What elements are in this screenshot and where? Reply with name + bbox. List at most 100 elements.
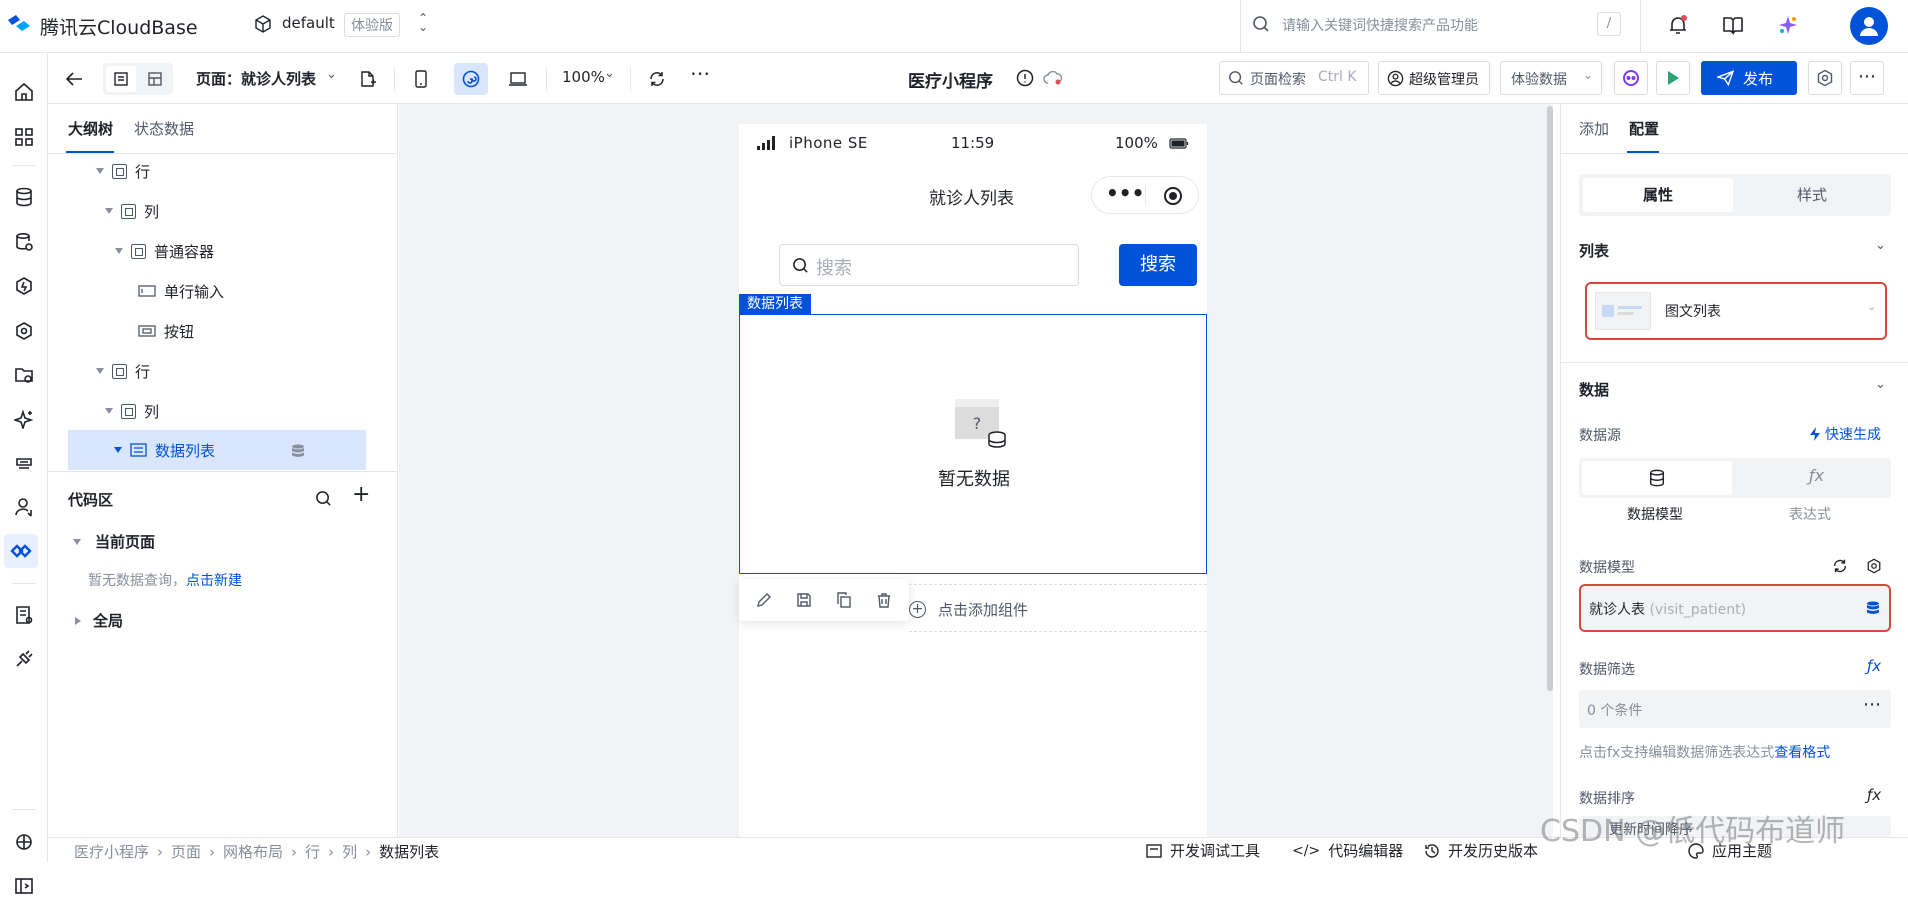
database-config-icon[interactable]	[7, 225, 41, 259]
env-name[interactable]: default	[282, 14, 335, 32]
filter-more-icon[interactable]: ⋯	[1863, 694, 1881, 715]
mobile-device-icon[interactable]	[408, 66, 434, 92]
page-selector-chevron-icon[interactable]: ⌄	[326, 67, 337, 82]
miniprogram-device-icon[interactable]	[454, 63, 488, 95]
page-selector[interactable]: 页面：就诊人列表	[196, 68, 316, 89]
code-search-icon[interactable]	[312, 487, 334, 509]
publish-button[interactable]: 发布	[1701, 61, 1797, 95]
book-icon[interactable]	[1720, 12, 1746, 38]
settings-gear-icon[interactable]	[1808, 61, 1842, 95]
home-icon[interactable]	[7, 75, 41, 109]
log-monitor-icon[interactable]	[7, 598, 41, 632]
function-icon[interactable]	[7, 314, 41, 348]
data-model-refresh-icon[interactable]	[1829, 555, 1851, 577]
back-arrow-icon[interactable]	[60, 65, 88, 93]
data-filter-field[interactable]: 0 个条件 ⋯	[1579, 690, 1891, 728]
plugin-icon[interactable]	[7, 642, 41, 676]
zoom-selector[interactable]: 100%	[562, 68, 605, 86]
status-carrier: iPhone SE	[789, 134, 868, 152]
zoom-chevron-icon[interactable]: ⌄	[604, 66, 615, 81]
tree-node-row[interactable]: 行	[48, 153, 398, 189]
cloud-sync-icon[interactable]	[1042, 68, 1064, 88]
history-version-button[interactable]: 开发历史版本	[1424, 840, 1538, 861]
copilot-icon[interactable]	[1614, 61, 1648, 95]
phone-search-button[interactable]: 搜索	[1119, 244, 1197, 286]
page-view-icon[interactable]	[106, 66, 136, 92]
env-switch-icon[interactable]: ⌃ ⌄	[418, 12, 428, 33]
tab-config[interactable]: 配置	[1629, 118, 1659, 139]
code-add-icon[interactable]: +	[352, 482, 370, 507]
tab-add[interactable]: 添加	[1579, 118, 1609, 139]
data-mode-select[interactable]: 体验数据 ⌄	[1500, 61, 1602, 95]
tab-state-data[interactable]: 状态数据	[134, 118, 194, 139]
canvas-scrollbar[interactable]	[1547, 106, 1553, 691]
breadcrumb-item[interactable]: 列	[342, 841, 357, 862]
ai-sparkle-icon[interactable]	[7, 402, 41, 436]
ai-assistant-icon[interactable]	[1775, 12, 1801, 38]
tree-node-row-2[interactable]: 行	[48, 353, 398, 389]
capsule-close-icon[interactable]	[1163, 186, 1183, 206]
data-section-chevron-icon[interactable]: ⌄	[1875, 377, 1886, 392]
expression-fx-icon[interactable]: ƒx	[1809, 466, 1824, 485]
user-auth-icon[interactable]	[7, 490, 41, 524]
database-icon[interactable]	[7, 180, 41, 214]
breadcrumb-item[interactable]: 医疗小程序	[74, 841, 149, 862]
hexagon-icon[interactable]	[7, 269, 41, 303]
lowcode-app-icon[interactable]	[4, 534, 38, 568]
global-group[interactable]: 全局	[75, 610, 123, 631]
list-section-chevron-icon[interactable]: ⌄	[1875, 238, 1886, 253]
warning-icon[interactable]	[1014, 67, 1036, 89]
save-icon[interactable]	[793, 589, 815, 611]
add-component-slot[interactable]: + 点击添加组件	[909, 584, 1207, 632]
sort-fx-icon[interactable]: ƒx	[1867, 786, 1881, 804]
breadcrumb-item[interactable]: 页面	[171, 841, 201, 862]
delete-trash-icon[interactable]	[873, 589, 895, 611]
create-query-link[interactable]: 点击新建	[186, 573, 242, 589]
admin-role-button[interactable]: 超级管理员	[1378, 61, 1490, 95]
phone-search-input[interactable]: 搜索	[779, 244, 1079, 286]
bell-icon[interactable]	[1665, 12, 1691, 38]
global-search-input[interactable]: 请输入关键词快捷搜索产品功能	[1282, 15, 1478, 35]
storage-folder-icon[interactable]	[7, 358, 41, 392]
tree-node-column[interactable]: 列	[48, 193, 398, 229]
breadcrumb-item[interactable]: 网格布局	[223, 841, 283, 862]
breadcrumb-item[interactable]: 行	[305, 841, 320, 862]
page-search-button[interactable]: 页面检索 Ctrl K	[1219, 61, 1369, 95]
code-editor-button[interactable]: </> 代码编辑器	[1292, 840, 1403, 861]
filter-fx-icon[interactable]: ƒx	[1867, 657, 1881, 675]
tree-node-container[interactable]: 普通容器	[48, 233, 398, 269]
debug-tool-button[interactable]: 开发调试工具	[1146, 840, 1260, 861]
data-model-select[interactable]: 就诊人表 (visit_patient)	[1579, 584, 1891, 632]
seg-property[interactable]: 属性	[1583, 178, 1733, 212]
extension-icon[interactable]	[7, 825, 41, 859]
refresh-icon[interactable]	[644, 66, 670, 92]
tree-node-button[interactable]: 按钮	[48, 313, 398, 349]
grid-apps-icon[interactable]	[7, 120, 41, 154]
integration-icon[interactable]	[7, 446, 41, 480]
quick-generate-link[interactable]: 快速生成	[1809, 424, 1881, 444]
capsule-more-icon[interactable]: •••	[1106, 181, 1144, 205]
avatar[interactable]	[1850, 7, 1888, 45]
layout-view-icon[interactable]	[140, 66, 170, 92]
tree-node-column-2[interactable]: 列	[48, 393, 398, 429]
container-icon	[131, 243, 146, 259]
desktop-device-icon[interactable]	[504, 66, 532, 92]
datalist-component[interactable]: ? 暂无数据	[739, 314, 1207, 574]
list-style-select[interactable]: 图文列表 ⌄	[1585, 282, 1887, 340]
capsule-menu[interactable]: •••	[1091, 176, 1199, 214]
preview-play-icon[interactable]	[1656, 61, 1690, 95]
tree-node-input[interactable]: 单行输入	[48, 273, 398, 309]
toolbar-more-icon[interactable]: ⋯	[1850, 61, 1884, 95]
collapse-sidebar-icon[interactable]	[7, 869, 41, 903]
data-model-settings-icon[interactable]	[1863, 555, 1885, 577]
edit-pencil-icon[interactable]	[753, 589, 775, 611]
view-format-link[interactable]: 查看格式	[1774, 745, 1830, 761]
datasource-model-option[interactable]	[1582, 461, 1732, 495]
tab-outline-tree[interactable]: 大纲树	[68, 118, 113, 139]
current-page-group[interactable]: 当前页面	[73, 531, 155, 552]
more-options-icon[interactable]: ⋯	[690, 61, 711, 85]
breadcrumb-item[interactable]: 数据列表	[379, 841, 439, 862]
copy-icon[interactable]	[833, 589, 855, 611]
add-page-icon[interactable]	[355, 66, 381, 92]
seg-style[interactable]: 样式	[1737, 178, 1887, 212]
